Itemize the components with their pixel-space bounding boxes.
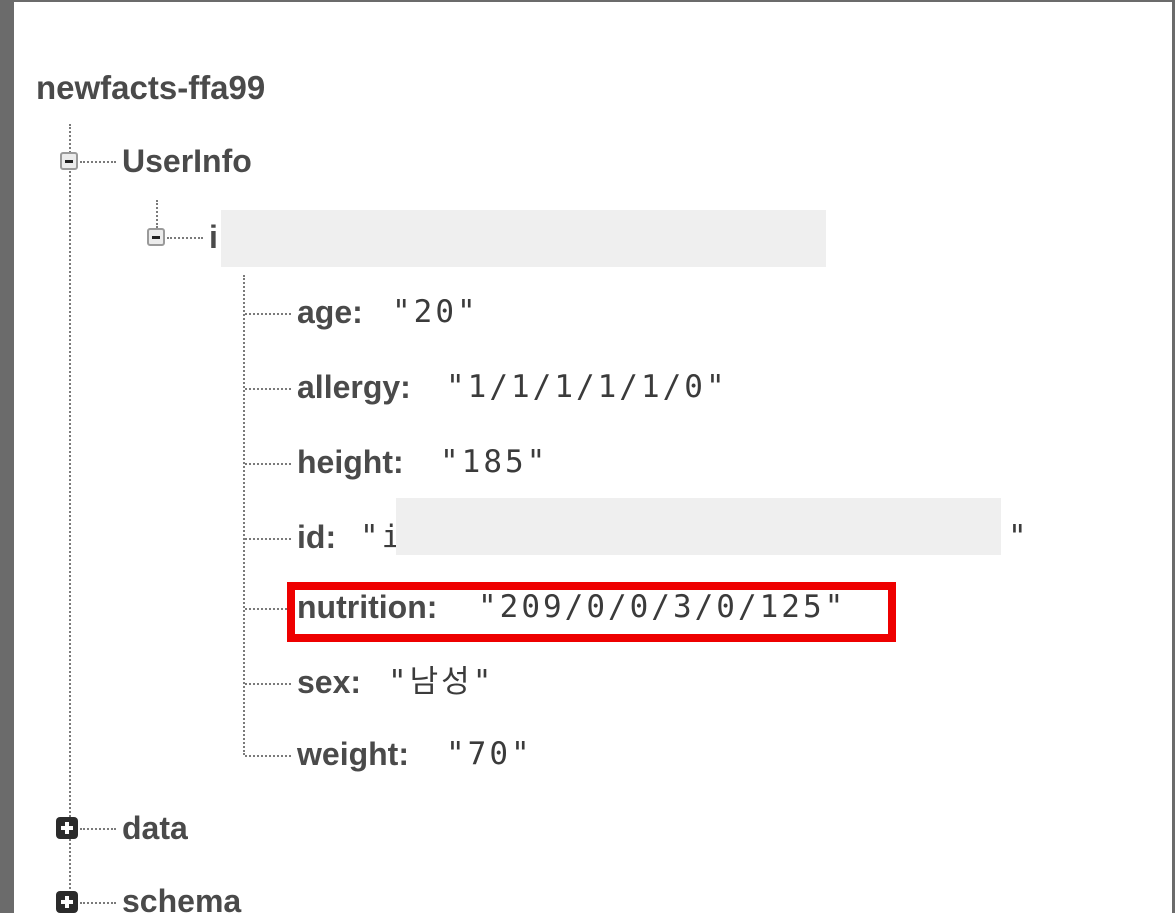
node-user-key[interactable]: i bbox=[209, 217, 218, 257]
field-key-weight[interactable]: weight: bbox=[297, 734, 409, 774]
tree-connector bbox=[245, 755, 291, 757]
field-key-age[interactable]: age: bbox=[297, 292, 363, 332]
field-value-sex[interactable]: "남성" bbox=[388, 662, 494, 702]
tree-connector bbox=[80, 902, 116, 904]
node-data[interactable]: data bbox=[122, 808, 188, 848]
tree-connector bbox=[245, 463, 291, 465]
tree-connector bbox=[245, 313, 291, 315]
field-key-height[interactable]: height: bbox=[297, 442, 404, 482]
highlight-box bbox=[287, 582, 896, 642]
tree-connector bbox=[245, 388, 291, 390]
tree-connector bbox=[167, 237, 203, 239]
field-value-allergy[interactable]: "1/1/1/1/1/0" bbox=[446, 367, 728, 407]
node-userinfo[interactable]: UserInfo bbox=[122, 141, 252, 181]
tree-guide-userinfo bbox=[156, 200, 158, 228]
tree-connector bbox=[80, 161, 116, 163]
tree-connector bbox=[80, 828, 116, 830]
tree-connector bbox=[245, 608, 291, 610]
field-value-weight[interactable]: "70" bbox=[446, 734, 533, 774]
field-key-allergy[interactable]: allergy: bbox=[297, 367, 411, 407]
field-value-height[interactable]: "185" bbox=[440, 442, 548, 482]
collapse-icon[interactable] bbox=[147, 228, 165, 246]
tree-guide-root bbox=[69, 124, 71, 913]
expand-icon[interactable] bbox=[56, 891, 78, 913]
redacted-id bbox=[396, 498, 1001, 555]
field-key-id[interactable]: id: bbox=[297, 517, 336, 557]
tree-connector bbox=[245, 538, 291, 540]
window-frame bbox=[0, 0, 1175, 913]
database-root-name[interactable]: newfacts-ffa99 bbox=[36, 68, 265, 108]
field-value-id-end: " bbox=[1008, 519, 1030, 555]
node-schema[interactable]: schema bbox=[122, 881, 241, 921]
field-key-sex[interactable]: sex: bbox=[297, 662, 361, 702]
redacted-key bbox=[221, 210, 826, 267]
collapse-icon[interactable] bbox=[60, 152, 78, 170]
field-value-age[interactable]: "20" bbox=[392, 292, 479, 332]
tree-connector bbox=[245, 683, 291, 685]
expand-icon[interactable] bbox=[56, 817, 78, 839]
